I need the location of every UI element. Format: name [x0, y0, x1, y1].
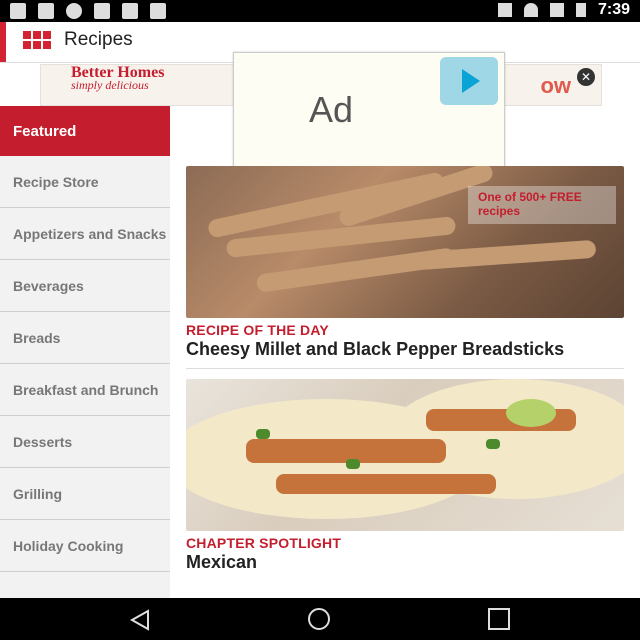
divider — [186, 368, 624, 369]
image-icon — [38, 3, 54, 19]
circle-icon — [66, 3, 82, 19]
chapter-kicker: CHAPTER SPOTLIGHT — [186, 535, 342, 551]
bhg-logo-icon — [22, 30, 54, 52]
signal-icon — [549, 3, 564, 17]
facebook-icon — [10, 3, 26, 19]
clock: 7:39 — [597, 1, 630, 18]
ad-label: Ad — [309, 89, 354, 130]
status-bar: 7:39 — [0, 0, 640, 22]
promo-badge: One of 500+ FREE recipes — [468, 186, 616, 224]
recipe-image[interactable]: One of 500+ FREE recipes — [186, 166, 624, 318]
ad-overlay[interactable]: Ad — [233, 52, 505, 181]
content-feed: One of 500+ FREE recipes RECIPE OF THE D… — [186, 166, 624, 571]
sidebar-item-breads[interactable]: Breads — [0, 312, 170, 364]
banner-cta-text: ow — [540, 73, 571, 98]
wifi-off-icon — [122, 3, 138, 19]
recipe-title[interactable]: Cheesy Millet and Black Pepper Breadstic… — [186, 340, 624, 358]
close-icon[interactable]: ✕ — [577, 68, 595, 86]
chapter-card[interactable]: CHAPTER SPOTLIGHT Mexican — [186, 379, 624, 571]
chapter-image[interactable] — [186, 379, 624, 531]
android-icon — [150, 3, 166, 19]
sidebar-item-grilling[interactable]: Grilling — [0, 468, 170, 520]
recipe-card[interactable]: One of 500+ FREE recipes RECIPE OF THE D… — [186, 166, 624, 358]
lock-icon — [94, 3, 110, 19]
battery-icon — [575, 3, 586, 17]
sidebar-item-beverages[interactable]: Beverages — [0, 260, 170, 312]
home-icon[interactable] — [308, 608, 332, 632]
back-icon[interactable] — [128, 608, 152, 632]
recipe-kicker: RECIPE OF THE DAY — [186, 322, 329, 338]
banner-brand: Better Homes simply delicious — [71, 64, 165, 92]
sidebar: Featured Recipe Store Appetizers and Sna… — [0, 106, 170, 598]
system-nav-bar — [0, 598, 640, 640]
chapter-title[interactable]: Mexican — [186, 553, 624, 571]
sidebar-item-holiday[interactable]: Holiday Cooking — [0, 520, 170, 572]
sidebar-item-featured[interactable]: Featured — [0, 106, 170, 156]
sidebar-item-breakfast[interactable]: Breakfast and Brunch — [0, 364, 170, 416]
recent-apps-icon[interactable] — [488, 608, 512, 632]
drawer-indicator[interactable] — [0, 22, 6, 62]
wifi-icon — [523, 3, 538, 17]
sidebar-item-recipe-store[interactable]: Recipe Store — [0, 156, 170, 208]
app-title: Recipes — [64, 29, 133, 50]
bluetooth-icon — [497, 3, 512, 17]
play-icon[interactable] — [440, 57, 498, 105]
sidebar-item-appetizers[interactable]: Appetizers and Snacks — [0, 208, 170, 260]
sidebar-item-desserts[interactable]: Desserts — [0, 416, 170, 468]
